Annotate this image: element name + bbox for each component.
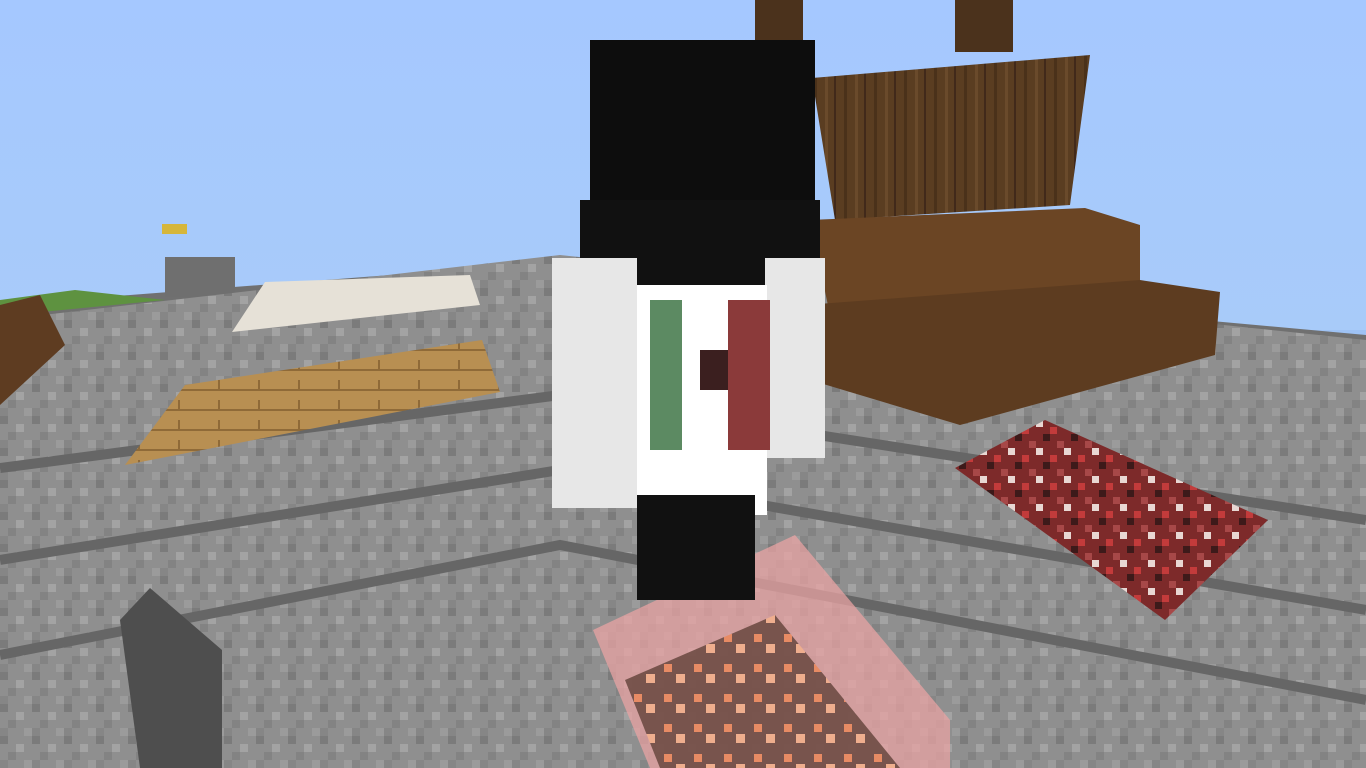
game-viewport[interactable] — [0, 0, 1366, 768]
player-scarf-left — [650, 300, 682, 450]
spruce-post-left — [755, 0, 803, 40]
world-render — [0, 0, 1366, 768]
spruce-log-block — [812, 55, 1090, 220]
player-scarf-right — [728, 300, 770, 450]
player-legs — [637, 495, 755, 600]
player-right-arm — [765, 258, 825, 458]
player-left-arm — [552, 258, 637, 508]
distant-item — [162, 224, 187, 234]
spruce-post-right — [955, 0, 1013, 52]
distant-ruin — [165, 257, 235, 297]
player-shirt-pattern — [700, 350, 728, 390]
